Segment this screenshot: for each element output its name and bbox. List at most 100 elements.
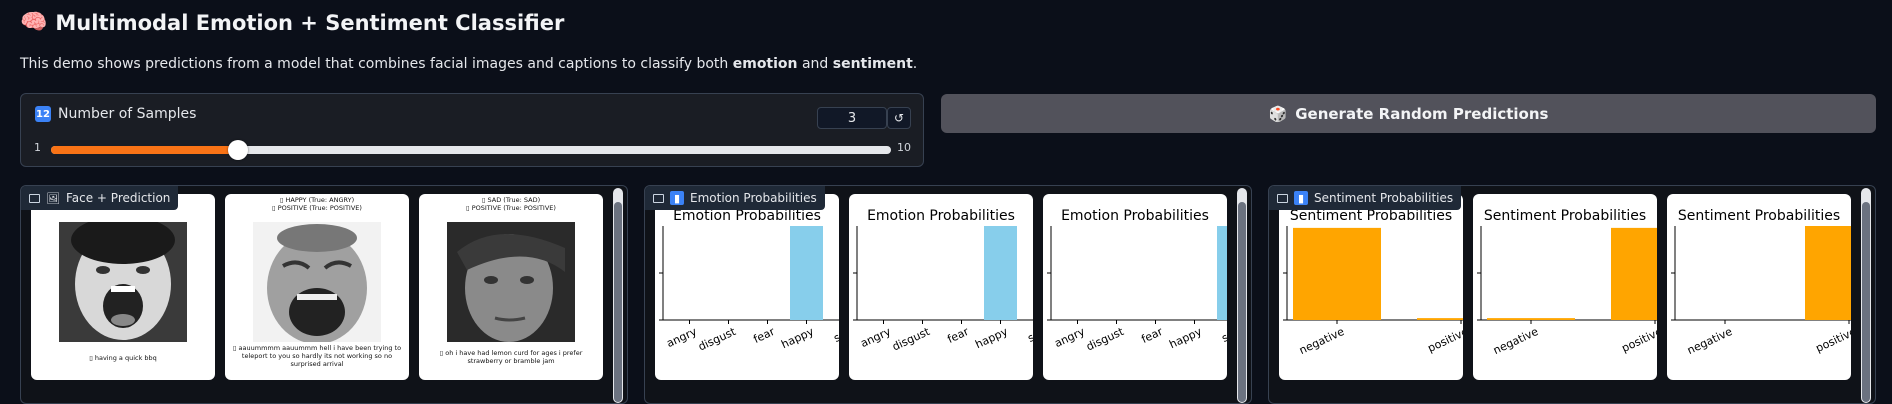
tick-label: sad [1026, 325, 1033, 345]
tick-label: happy [779, 325, 816, 351]
chart-card[interactable]: Emotion Probabilities angry disgust fear hap… [1043, 194, 1227, 380]
generate-button-label: Generate Random Predictions [1295, 104, 1549, 123]
emotion-chart: Emotion Probabilities angrydisgust fear hap… [659, 208, 839, 354]
chart-card[interactable]: Emotion Probabilities angry disgust fear hap… [655, 194, 839, 380]
slider-min-label: 1 [34, 141, 41, 154]
panel-scrollbar[interactable] [1861, 188, 1871, 403]
reset-icon: ↺ [893, 111, 905, 125]
chart-title: Emotion Probabilities [1061, 208, 1209, 224]
face-card[interactable]: ▯ SAD (True: SAD) ▯ POSITIVE (True: POSIT… [419, 194, 603, 380]
face-image [59, 222, 187, 342]
emotion-probabilities-panel: ▮ Emotion Probabilities Emotion Probabil… [644, 185, 1252, 404]
tick-label: fear [945, 325, 971, 346]
tick-label: angry [1053, 325, 1088, 350]
chart-title: Sentiment Probabilities [1484, 208, 1646, 224]
description: This demo shows predictions from a model… [20, 56, 917, 72]
panel-scrollbar[interactable] [613, 188, 623, 403]
page-title: 🧠 Multimodal Emotion + Sentiment Classif… [20, 10, 564, 35]
image-icon [29, 193, 40, 203]
bar [984, 226, 1017, 320]
dice-icon: 🎲 [1268, 104, 1288, 123]
panel-scrollbar[interactable] [1237, 188, 1247, 403]
image-icon [1277, 193, 1288, 203]
slider-label-text: Number of Samples [58, 106, 197, 122]
description-and: and [797, 56, 833, 72]
prediction-line-2: ▯ POSITIVE (True: POSITIVE) [466, 204, 556, 212]
panel-label-text: Emotion Probabilities [690, 191, 817, 205]
generate-predictions-button[interactable]: 🎲 Generate Random Predictions [941, 94, 1876, 133]
image-icon [653, 193, 664, 203]
bar-chart-icon: ▮ [1294, 191, 1308, 205]
frame-icon: 🖼 [46, 191, 60, 205]
slider-fill [51, 146, 238, 154]
prediction-line-1: ▯ HAPPY (True: ANGRY) [279, 196, 355, 204]
prediction-line-1: ▯ SAD (True: SAD) [481, 196, 541, 204]
samples-slider-block: 12 Number of Samples 3 ↺ 1 10 [20, 93, 924, 167]
tick-label: negative [1297, 325, 1346, 357]
face-prediction-panel: 🖼 Face + Prediction ▯ NEGATIVE (True: NE… [20, 185, 628, 404]
chart-card[interactable]: Sentiment Probabilities negative positive [1279, 194, 1463, 380]
title-text: Multimodal Emotion + Sentiment Classifie… [55, 10, 565, 35]
face-image [447, 222, 575, 342]
caption-text: ▯ having a quick bbq [89, 354, 157, 362]
slider-max-label: 10 [897, 141, 911, 154]
tick-label: positive [1426, 325, 1463, 355]
slider-track[interactable] [51, 140, 891, 160]
tick-label: negative [1685, 325, 1734, 357]
tick-label: angry [665, 325, 700, 350]
tick-label: fear [1139, 325, 1165, 346]
chart-title: Sentiment Probabilities [1678, 208, 1840, 224]
numbers-icon: 12 [35, 106, 51, 122]
description-emotion: emotion [732, 56, 798, 72]
panel-label-faces: 🖼 Face + Prediction [21, 186, 179, 210]
panel-label-sentiment: ▮ Sentiment Probabilities [1269, 186, 1462, 210]
emotion-chart: Emotion Probabilities angrydisgust fear hap… [1047, 208, 1227, 354]
prediction-text: ▯ HAPPY (True: ANGRY) ▯ POSITIVE (True: P… [225, 196, 409, 212]
tick-label: sad [1220, 325, 1227, 345]
description-text: This demo shows predictions from a model… [20, 56, 733, 72]
reset-button[interactable]: ↺ [887, 107, 911, 129]
chart-title: Emotion Probabilities [673, 208, 821, 224]
tick-label: disgust [1084, 325, 1126, 354]
description-period: . [912, 56, 918, 72]
panel-label-text: Face + Prediction [65, 191, 171, 205]
bar [1611, 227, 1657, 320]
tick-label: negative [1491, 325, 1540, 357]
bar [1805, 226, 1851, 320]
chart-card[interactable]: Emotion Probabilities angry disgust fear hap… [849, 194, 1033, 380]
scrollbar-thumb[interactable] [614, 202, 622, 402]
tick-label: sad [832, 325, 839, 345]
chart-card[interactable]: Sentiment Probabilities negative positive [1473, 194, 1657, 380]
chart-title: Emotion Probabilities [867, 208, 1015, 224]
scrollbar-thumb[interactable] [1238, 202, 1246, 402]
sentiment-chart: Sentiment Probabilities negative positive [1283, 208, 1463, 357]
brain-icon: 🧠 [20, 10, 48, 35]
tick-label: disgust [696, 325, 738, 354]
slider-label: 12 Number of Samples [35, 106, 196, 122]
sentiment-chart: Sentiment Probabilities negative positive [1671, 208, 1851, 357]
description-sentiment: sentiment [832, 56, 913, 72]
sentiment-probabilities-panel: ▮ Sentiment Probabilities Sentiment Prob… [1268, 185, 1876, 404]
samples-number-input[interactable]: 3 [817, 107, 887, 129]
sentiment-chart: Sentiment Probabilities negative positive [1477, 208, 1657, 357]
chart-title: Sentiment Probabilities [1290, 208, 1452, 224]
panel-label-text: Sentiment Probabilities [1314, 191, 1454, 205]
slider-thumb[interactable] [227, 140, 248, 160]
bar [790, 226, 823, 320]
tick-label: disgust [890, 325, 932, 354]
tick-label: angry [859, 325, 894, 350]
bar [1217, 226, 1227, 320]
prediction-line-2: ▯ POSITIVE (True: POSITIVE) [272, 204, 362, 212]
caption-text: ▯ aauummmm aauummm hell i have been tryi… [232, 344, 402, 368]
tick-label: positive [1620, 325, 1657, 355]
face-card[interactable]: ▯ HAPPY (True: ANGRY) ▯ POSITIVE (True: P… [225, 194, 409, 380]
bar [1487, 318, 1575, 320]
bar-chart-icon: ▮ [670, 191, 684, 205]
bar [1293, 227, 1381, 320]
scrollbar-thumb[interactable] [1862, 202, 1870, 402]
emotion-chart: Emotion Probabilities angrydisgust fear hap… [853, 208, 1033, 354]
chart-card[interactable]: Sentiment Probabilities negative positive [1667, 194, 1851, 380]
tick-label: happy [973, 325, 1010, 351]
bar [1417, 318, 1463, 320]
face-card[interactable]: ▯ NEGATIVE (True: NEGATIVE) ▯ having a q… [31, 194, 215, 380]
